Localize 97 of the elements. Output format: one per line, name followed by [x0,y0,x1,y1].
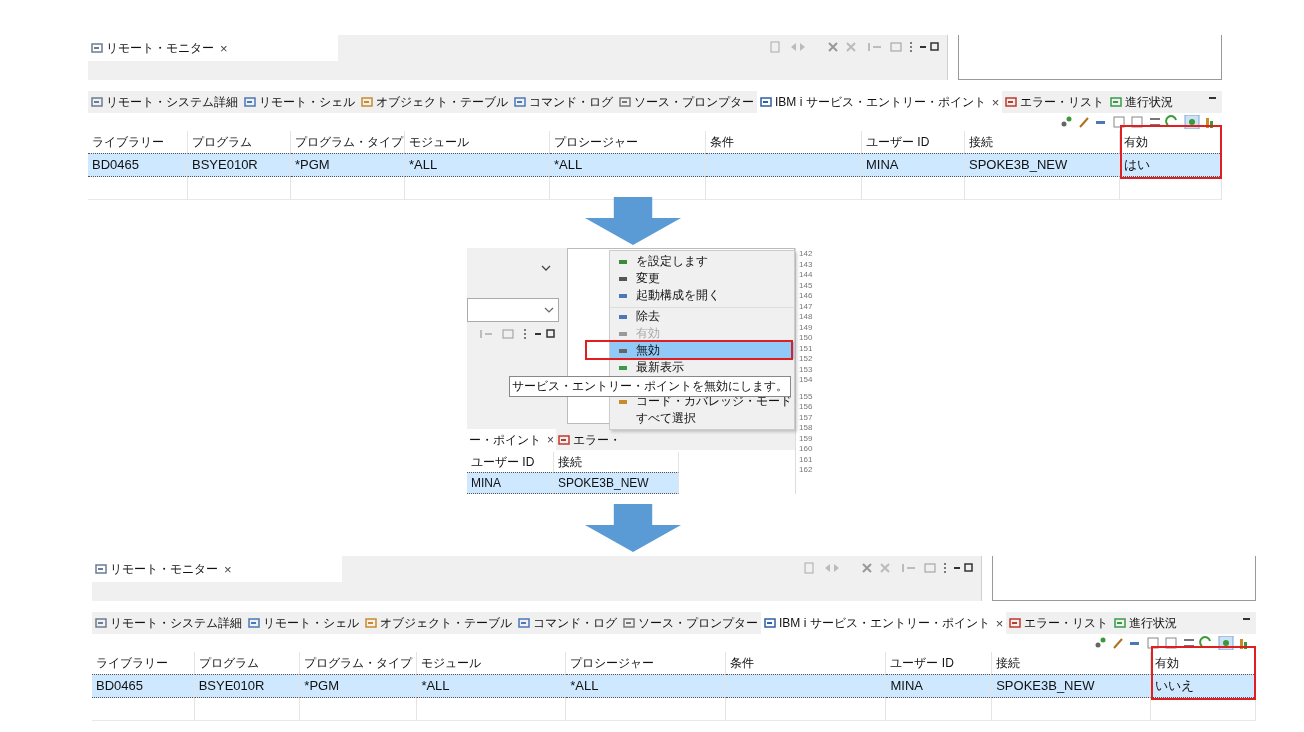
tab-icon [1110,96,1123,108]
table-cell: BD0465 [92,674,195,698]
tab-icon [95,563,107,575]
view-tab[interactable]: IBM i サービス・エントリー・ポイント × [757,91,1003,113]
chevron-down-icon [544,307,554,313]
table-cell: いいえ [1151,674,1256,698]
line-number: 144 [798,270,814,281]
line-number: 147 [798,301,814,312]
close-icon[interactable]: × [224,561,232,577]
close-icon[interactable]: × [995,615,1004,631]
tab-icon [514,96,526,108]
line-number: 158 [798,423,814,434]
table-cell: SPOKE3B_NEW [965,153,1120,177]
tab-icon [1114,617,1127,629]
toolbar-icons-drawing[interactable] [769,40,939,54]
view-tab[interactable]: 進行状況 [1111,612,1181,634]
view-tab[interactable]: エラー・リスト [1002,91,1108,113]
menu-item[interactable]: 変更 [610,270,794,287]
view-tab[interactable]: リモート・モニター × [88,35,338,61]
view-tab[interactable]: ー・ポイント × [467,429,556,451]
down-arrow-icon [585,196,681,246]
table-cell: *ALL [405,153,550,177]
menu-item[interactable]: 最新表示 [610,359,794,376]
tab-icon [764,617,776,629]
tab-icon [760,96,772,108]
line-number: 143 [798,259,814,270]
line-number: 159 [798,433,814,444]
view-tab[interactable]: リモート・モニター × [92,556,342,582]
close-icon[interactable]: × [991,94,1000,110]
view-tab[interactable]: コマンド・ログ [511,91,616,113]
line-number: 146 [798,291,814,302]
line-number: 157 [798,412,814,423]
tab-icon [91,42,103,54]
view-tab[interactable]: コマンド・ログ [515,612,620,634]
table-cell: BD0465 [88,153,188,177]
line-number: 155 [798,391,814,402]
down-arrow-icon [585,503,681,553]
line-number: 151 [798,343,814,354]
line-number: 142 [798,249,814,260]
line-number: 153 [798,364,814,375]
table-cell: BSYE010R [194,674,301,698]
view-tab[interactable]: IBM i サービス・エントリー・ポイント × [761,612,1007,634]
line-number: 154 [798,375,814,386]
line-number: 156 [798,402,814,413]
view-tab[interactable]: リモート・システム詳細 [88,91,241,113]
view-tab[interactable]: エラー・リスト [1006,612,1112,634]
tab-icon [91,96,103,108]
line-number: 145 [798,280,814,291]
close-icon[interactable]: × [547,433,554,447]
tab-icon [1009,617,1022,629]
tab-icon [623,617,635,629]
table-cell: BSYE010R [188,153,291,177]
line-number: 152 [798,354,814,365]
view-tab[interactable]: リモート・システム詳細 [92,612,245,634]
view-tab[interactable]: ソース・プロンプター [620,612,761,634]
toolbar-icons-drawing[interactable] [803,561,973,575]
view-tab[interactable]: 進行状況 [1107,91,1177,113]
menu-item[interactable]: 除去 [610,307,794,325]
view-tab[interactable]: リモート・シェル [245,612,362,634]
view-tab[interactable]: リモート・シェル [241,91,358,113]
tab-icon [248,617,260,629]
table-cell: SPOKE3B_NEW [992,674,1152,698]
line-number: 148 [798,312,814,323]
tab-icon [365,617,377,629]
view-tab[interactable]: オブジェクト・テーブル [358,91,511,113]
tab-icon [361,96,373,108]
tooltip: サービス・エントリー・ポイントを無効にします。 [509,376,791,397]
table-cell: *ALL [566,674,727,698]
view-tab[interactable]: ソース・プロンプター [616,91,757,113]
view-tab[interactable]: エラー・ [556,429,623,451]
table-cell: SPOKE3B_NEW [554,472,679,494]
table-cell: MINA [886,674,993,698]
table-cell: はい [1120,153,1222,177]
line-number: 161 [798,454,814,465]
close-icon[interactable]: × [220,40,228,56]
tab-icon [518,617,530,629]
line-number: 162 [798,465,814,476]
table-cell: *ALL [550,153,706,177]
menu-item[interactable]: すべて選択 [610,410,794,427]
menu-item[interactable]: を設定します [610,253,794,270]
table-cell: MINA [467,472,554,494]
view-tab[interactable]: オブジェクト・テーブル [362,612,515,634]
table-cell: *ALL [417,674,567,698]
table-cell: MINA [862,153,965,177]
chevron-down-icon[interactable] [541,265,551,271]
line-number: 150 [798,333,814,344]
table-cell: *PGM [300,674,418,698]
tab-icon [95,617,107,629]
tab-icon [619,96,631,108]
combo-field[interactable] [467,298,559,322]
tab-icon [1005,96,1018,108]
table-cell: *PGM [291,153,405,177]
line-number: 149 [798,322,814,333]
line-number: 160 [798,444,814,455]
tab-icon [558,434,570,446]
tab-icon [244,96,256,108]
menu-item[interactable]: 起動構成を開く [610,287,794,304]
